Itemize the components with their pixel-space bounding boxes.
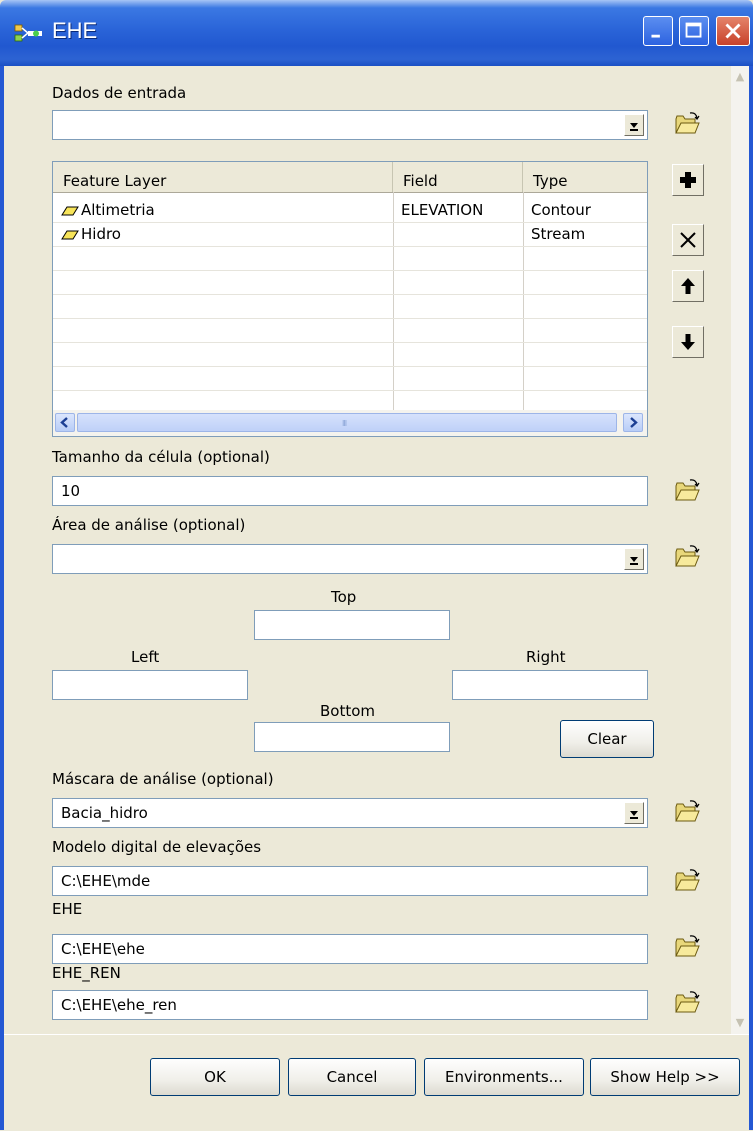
up-arrow-icon — [681, 278, 695, 294]
mask-label: Máscara de análise (optional) — [52, 770, 274, 788]
table-header: Feature Layer Field Type — [53, 162, 647, 193]
cell-size-label: Tamanho da célula (optional) — [52, 448, 270, 466]
table-row[interactable]: Altimetria ELEVATION Contour — [53, 198, 647, 223]
move-down-button[interactable] — [672, 326, 704, 358]
table-row[interactable] — [53, 318, 647, 343]
scroll-thumb[interactable]: III — [77, 413, 617, 432]
table-row[interactable] — [53, 342, 647, 367]
column-header-feature-layer[interactable]: Feature Layer — [53, 162, 393, 192]
layer-name: Hidro — [81, 225, 121, 243]
open-folder-icon[interactable] — [672, 109, 702, 139]
ok-button[interactable]: OK — [150, 1058, 280, 1096]
open-folder-icon[interactable] — [672, 476, 702, 506]
close-icon — [725, 23, 741, 39]
title-bar[interactable]: EHE — [0, 0, 753, 66]
add-row-button[interactable] — [672, 164, 704, 196]
cell-field: ELEVATION — [401, 201, 484, 219]
open-folder-icon[interactable] — [672, 542, 702, 572]
scroll-grip: III — [342, 419, 347, 428]
column-header-field[interactable]: Field — [393, 162, 523, 192]
cell-type: Contour — [531, 201, 591, 219]
table-row[interactable]: Hidro Stream — [53, 222, 647, 247]
open-folder-icon[interactable] — [672, 932, 702, 962]
extent-right-label: Right — [526, 648, 566, 666]
input-data-combo[interactable] — [52, 110, 648, 140]
cell-feature-layer: Hidro — [61, 222, 121, 246]
scroll-down-icon[interactable]: ▼ — [732, 1014, 748, 1032]
ehe-ren-label: EHE_REN — [52, 964, 121, 982]
mask-combo[interactable]: Bacia_hidro — [52, 798, 648, 828]
ehe-output-input[interactable]: C:\EHE\ehe — [52, 934, 648, 964]
cell-feature-layer: Altimetria — [61, 198, 155, 222]
dem-input[interactable]: C:\EHE\mde — [52, 866, 648, 896]
clear-button[interactable]: Clear — [560, 720, 654, 758]
extent-bottom-label: Bottom — [320, 702, 376, 720]
remove-icon — [680, 232, 696, 248]
chevron-left-icon — [60, 417, 68, 428]
maximize-button[interactable] — [679, 16, 709, 46]
extent-bottom-input[interactable] — [254, 722, 450, 752]
cell-type: Stream — [531, 225, 586, 243]
show-help-button[interactable]: Show Help >> — [590, 1058, 740, 1096]
open-folder-icon[interactable] — [672, 866, 702, 896]
table-row[interactable] — [53, 270, 647, 295]
chevron-down-icon[interactable] — [624, 114, 644, 136]
table-row[interactable] — [53, 390, 647, 410]
open-folder-icon[interactable] — [672, 988, 702, 1018]
analysis-area-label: Área de análise (optional) — [52, 516, 246, 534]
layer-name: Altimetria — [81, 201, 155, 219]
ehe-ren-output-input[interactable]: C:\EHE\ehe_ren — [52, 990, 648, 1020]
remove-row-button[interactable] — [672, 224, 704, 256]
analysis-area-combo[interactable] — [52, 544, 648, 574]
window-title: EHE — [52, 18, 98, 43]
scroll-up-icon[interactable]: ▲ — [732, 68, 748, 86]
table-row[interactable] — [53, 246, 647, 271]
model-tool-icon — [14, 24, 42, 42]
close-button[interactable] — [716, 16, 750, 46]
extent-left-label: Left — [131, 648, 160, 666]
vertical-scrollbar[interactable]: ▲ ▼ — [731, 66, 749, 1034]
extent-top-label: Top — [331, 588, 357, 606]
extent-top-input[interactable] — [254, 610, 450, 640]
mask-value: Bacia_hidro — [61, 804, 148, 822]
table-row[interactable] — [53, 294, 647, 319]
polygon-layer-icon — [61, 206, 79, 215]
cancel-button[interactable]: Cancel — [288, 1058, 416, 1096]
open-folder-icon[interactable] — [672, 797, 702, 827]
chevron-down-icon[interactable] — [624, 548, 644, 570]
environments-button[interactable]: Environments... — [424, 1058, 584, 1096]
minimize-icon — [651, 34, 660, 38]
cell-size-input[interactable]: 10 — [52, 476, 648, 506]
add-icon — [680, 172, 696, 188]
ehe-label: EHE — [52, 900, 83, 918]
extent-left-input[interactable] — [52, 670, 248, 700]
chevron-right-icon — [630, 417, 638, 428]
horizontal-scrollbar[interactable]: III — [53, 410, 647, 436]
dialog-window: EHE ▲ ▼ Dados de entrada Feature Layer F… — [0, 0, 753, 1131]
move-up-button[interactable] — [672, 270, 704, 302]
feature-layer-table[interactable]: Feature Layer Field Type Altimetria ELEV… — [52, 161, 648, 437]
down-arrow-icon — [681, 334, 695, 350]
minimize-button[interactable] — [643, 16, 673, 46]
maximize-icon — [685, 22, 702, 38]
scroll-right-button[interactable] — [623, 413, 643, 432]
dem-label: Modelo digital de elevações — [52, 838, 262, 856]
chevron-down-icon[interactable] — [624, 802, 644, 824]
input-data-label: Dados de entrada — [52, 84, 187, 102]
scroll-left-button[interactable] — [55, 413, 75, 432]
polygon-layer-icon — [61, 230, 79, 239]
extent-right-input[interactable] — [452, 670, 648, 700]
window-border-right — [749, 66, 753, 1130]
table-row[interactable] — [53, 366, 647, 391]
column-header-type[interactable]: Type — [523, 162, 647, 192]
